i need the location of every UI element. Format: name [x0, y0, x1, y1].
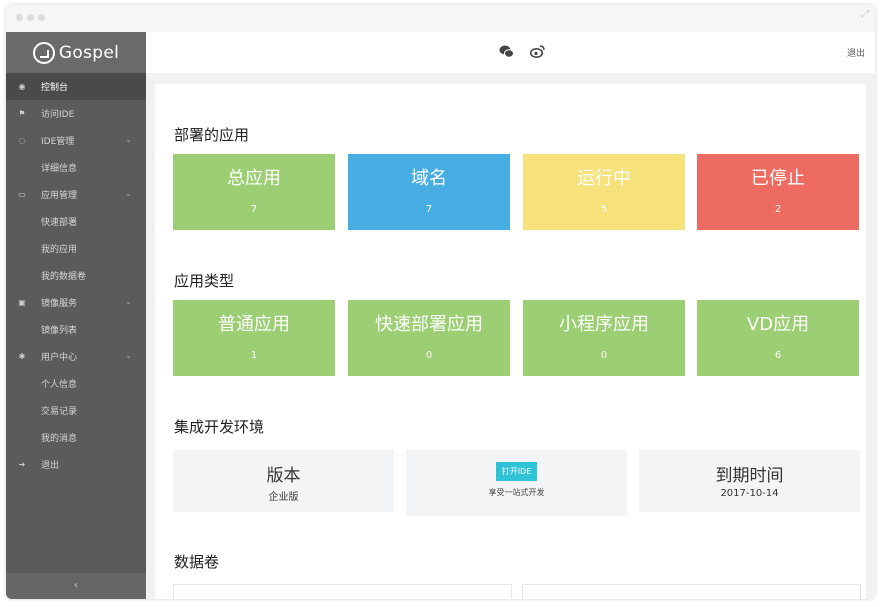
card-value: 5	[600, 204, 608, 215]
sidebar-item-label: 详细信息	[41, 164, 78, 174]
sidebar-item-logout[interactable]: ➜ 退出	[6, 451, 146, 478]
ide-version-label: 版本	[266, 466, 301, 486]
open-ide-button[interactable]: 打开IDE	[495, 462, 538, 481]
brand[interactable]: Gospel	[6, 32, 146, 73]
card-label: VD应用	[746, 314, 810, 335]
sidebar-item-ide-details[interactable]: 详细信息	[6, 154, 146, 181]
card-label: 普通应用	[218, 314, 290, 335]
sidebar-item-label: 我的应用	[41, 245, 78, 255]
card-value: 0	[425, 350, 433, 361]
card-quick-deploy-apps[interactable]: 快速部署应用 0	[348, 300, 510, 376]
ide-open-subtitle: 享受一站式开发	[488, 488, 545, 497]
sidebar-item-profile[interactable]: 个人信息	[6, 370, 146, 397]
card-value: 7	[425, 204, 433, 215]
sidebar-item-image-list[interactable]: 镜像列表	[6, 316, 146, 343]
card-label: 域名	[411, 168, 447, 189]
sidebar-item-label: 退出	[41, 461, 60, 471]
briefcase-icon: ▣	[18, 298, 26, 307]
window-close-dot[interactable]	[16, 14, 23, 21]
app-window: ⤢ Gospel ◉ 控制台 ⚑ 访问IDE ◌ IDE管理 ⌄ 详细信息 ▭ …	[6, 5, 875, 599]
sidebar-item-quick-deploy[interactable]: 快速部署	[6, 208, 146, 235]
chevron-down-icon: ⌄	[125, 297, 132, 306]
gospel-logo-icon	[32, 41, 55, 64]
card-mini-program-apps[interactable]: 小程序应用 0	[523, 300, 685, 376]
dashboard-icon: ◉	[18, 82, 26, 91]
sidebar-item-user-center[interactable]: ✱ 用户中心 ⌄	[6, 343, 146, 370]
card-total-apps[interactable]: 总应用 7	[173, 154, 335, 230]
sidebar-item-label: 用户中心	[41, 353, 78, 363]
card-value: 0	[600, 350, 608, 361]
card-normal-apps[interactable]: 普通应用 1	[173, 300, 335, 376]
dashboard-panel: 部署的应用 总应用 7 域名 7 运行中 5 已停止 2 应用类型 普通应用 1…	[155, 84, 866, 599]
card-value: 7	[250, 204, 258, 215]
ide-version-value: 企业版	[268, 492, 299, 503]
flag-icon: ⚑	[18, 109, 26, 118]
sidebar-item-visit-ide[interactable]: ⚑ 访问IDE	[6, 100, 146, 127]
volumes-title: 数据卷	[174, 553, 220, 571]
brand-name: Gospel	[58, 42, 120, 63]
sidebar-item-label: 个人信息	[41, 380, 78, 390]
sidebar-item-label: 快速部署	[41, 218, 78, 228]
window-titlebar: ⤢	[6, 5, 875, 32]
sidebar-item-my-apps[interactable]: 我的应用	[6, 235, 146, 262]
sidebar-menu: ◉ 控制台 ⚑ 访问IDE ◌ IDE管理 ⌄ 详细信息 ▭ 应用管理 ⌄ 快速…	[6, 73, 146, 478]
sidebar-item-label: 访问IDE	[41, 110, 75, 120]
card-vd-apps[interactable]: VD应用 6	[697, 300, 859, 376]
sidebar-item-label: 交易记录	[41, 407, 78, 417]
card-label: 总应用	[227, 168, 281, 189]
sidebar-item-label: 镜像列表	[41, 326, 78, 336]
sidebar-item-messages[interactable]: 我的消息	[6, 424, 146, 451]
card-label: 快速部署应用	[375, 314, 483, 335]
expand-icon[interactable]: ⤢	[861, 9, 869, 20]
card-stopped[interactable]: 已停止 2	[697, 154, 859, 230]
gear-icon: ✱	[18, 352, 26, 361]
card-label: 已停止	[751, 168, 805, 189]
logout-link[interactable]: 退出	[847, 46, 865, 59]
sidebar-item-label: 我的消息	[41, 434, 78, 444]
card-domains[interactable]: 域名 7	[348, 154, 510, 230]
sidebar: Gospel ◉ 控制台 ⚑ 访问IDE ◌ IDE管理 ⌄ 详细信息 ▭ 应用…	[6, 32, 146, 599]
sidebar-item-dashboard[interactable]: ◉ 控制台	[6, 73, 146, 100]
card-label: 小程序应用	[559, 314, 649, 335]
chevron-down-icon: ⌄	[125, 135, 132, 144]
ide-section-title: 集成开发环境	[174, 418, 265, 436]
card-value: 2	[774, 204, 782, 215]
sidebar-item-label: 应用管理	[41, 191, 78, 201]
sidebar-item-label: 我的数据卷	[41, 272, 87, 282]
sidebar-item-image-service[interactable]: ▣ 镜像服务 ⌄	[6, 289, 146, 316]
ide-open-box: 打开IDE 享受一站式开发	[406, 450, 627, 516]
card-label: 运行中	[577, 168, 631, 189]
volume-card-count: 数募	[522, 584, 861, 599]
volume-card-label: 数募	[535, 597, 555, 599]
circle-icon: ◌	[18, 136, 26, 145]
weibo-icon[interactable]	[529, 45, 545, 62]
chevron-down-icon: ⌄	[125, 351, 132, 360]
ide-expiry-box: 到期时间 2017-10-14	[639, 450, 860, 512]
card-value: 1	[250, 350, 258, 361]
chevron-down-icon: ⌄	[125, 189, 132, 198]
ide-version-box: 版本 企业版	[173, 450, 394, 512]
volume-card-label: 名募	[186, 597, 206, 599]
card-value: 6	[774, 350, 782, 361]
wechat-icon[interactable]	[499, 45, 514, 62]
card-running[interactable]: 运行中 5	[523, 154, 685, 230]
sidebar-item-label: 控制台	[41, 83, 69, 93]
volume-card-name: 名募	[173, 584, 512, 599]
ide-expiry-label: 到期时间	[715, 466, 784, 486]
window-maximize-dot[interactable]	[38, 14, 45, 21]
sidebar-item-app-management[interactable]: ▭ 应用管理 ⌄	[6, 181, 146, 208]
sidebar-item-my-volumes[interactable]: 我的数据卷	[6, 262, 146, 289]
app-types-title: 应用类型	[174, 272, 235, 290]
sidebar-item-label: 镜像服务	[41, 299, 78, 309]
sidebar-item-label: IDE管理	[41, 137, 75, 147]
sidebar-item-transactions[interactable]: 交易记录	[6, 397, 146, 424]
sidebar-collapse-button[interactable]: ‹	[6, 573, 146, 599]
deployed-apps-title: 部署的应用	[174, 126, 250, 144]
top-header: 退出	[146, 32, 875, 73]
sign-out-icon: ➜	[18, 460, 26, 469]
window-minimize-dot[interactable]	[27, 14, 34, 21]
laptop-icon: ▭	[18, 190, 26, 199]
ide-expiry-value: 2017-10-14	[720, 488, 779, 499]
sidebar-item-ide-management[interactable]: ◌ IDE管理 ⌄	[6, 127, 146, 154]
